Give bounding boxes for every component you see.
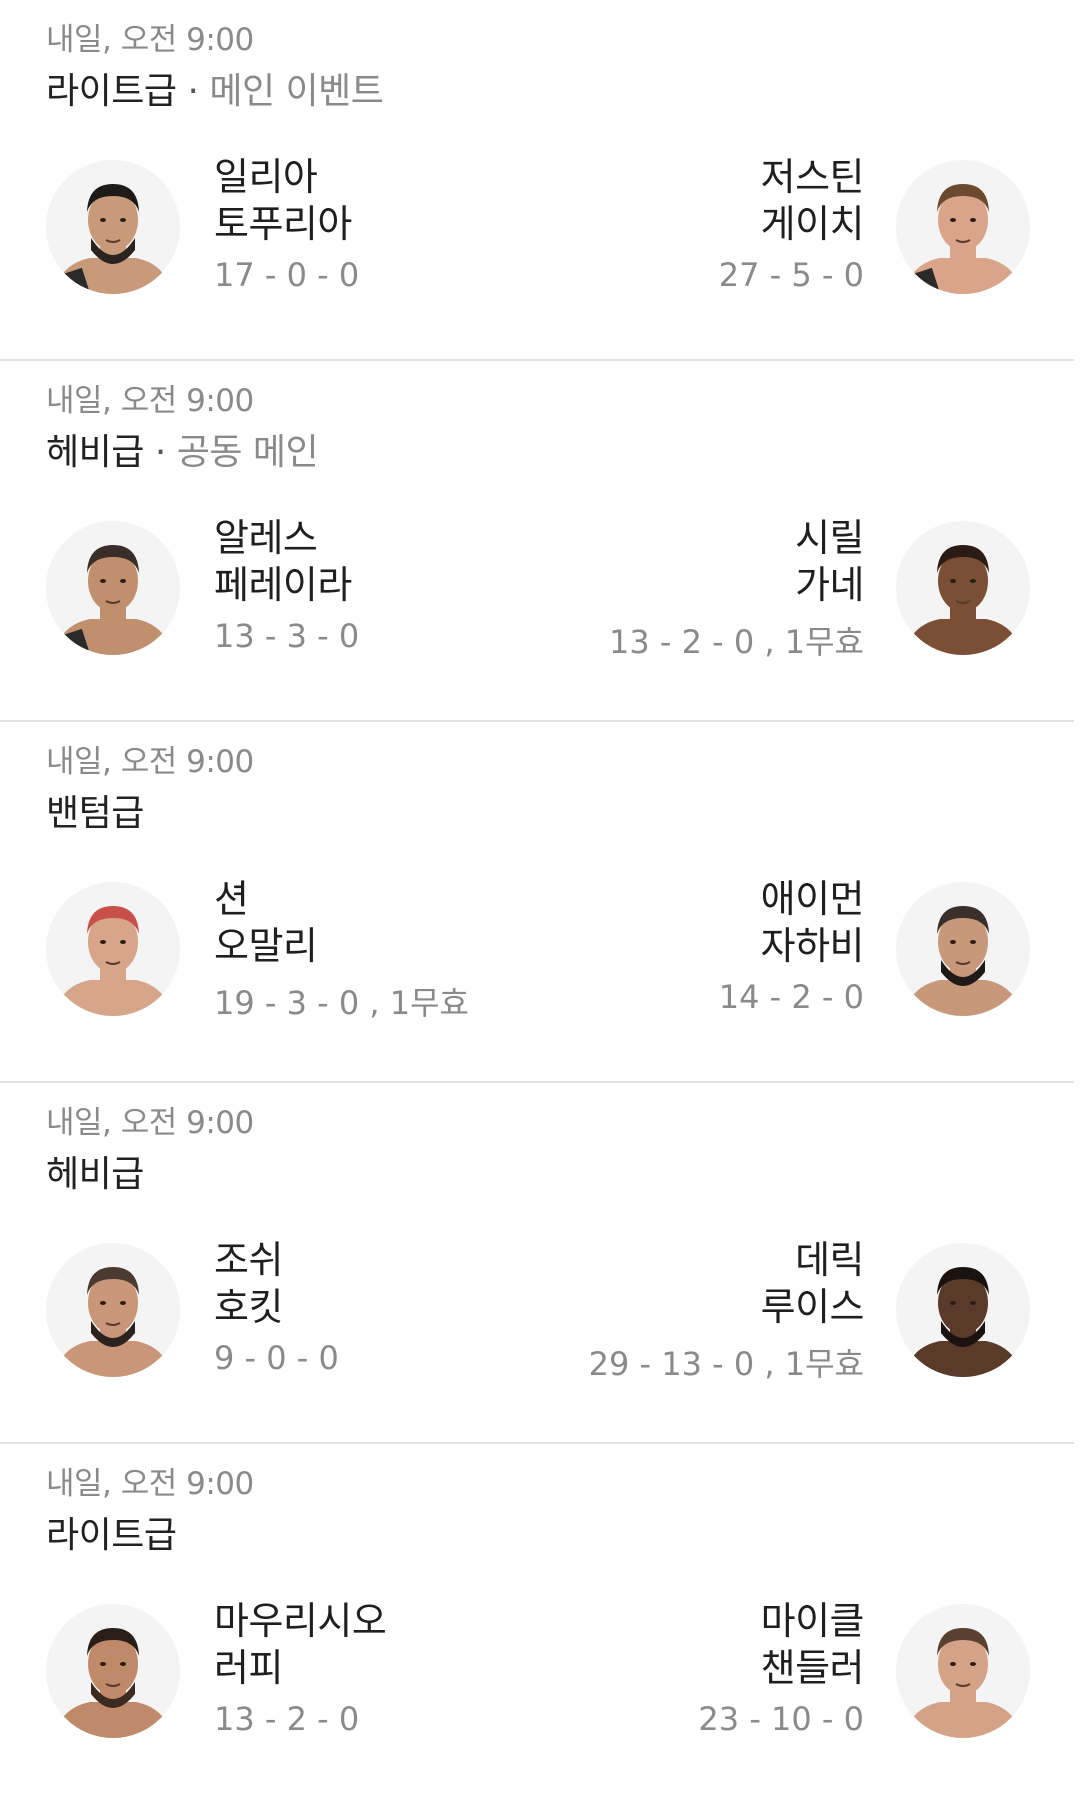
fight-card[interactable]: 내일, 오전 9:00 밴텀급 션 오말리 19 - 3 - 0 , 1무효 애… — [0, 722, 1074, 1083]
fighter-right-record: 23 - 10 - 0 — [698, 1700, 864, 1738]
fighter-right-record: 29 - 13 - 0 , 1무효 — [588, 1345, 864, 1383]
fighter-right-first-name: 데릭 — [795, 1238, 864, 1282]
fight-title: 헤비급 — [46, 1145, 144, 1197]
fighter-right-first-name: 마이클 — [760, 1599, 865, 1643]
fight-card[interactable]: 내일, 오전 9:00 라이트급 · 메인 이벤트 일리아 토푸리아 17 - … — [0, 0, 1074, 361]
fight-title: 헤비급 · 공동 메인 — [46, 423, 319, 475]
fighter-right-last-name: 게이치 — [760, 202, 865, 246]
fighter-right-record: 14 - 2 - 0 — [718, 978, 864, 1016]
fighter-right[interactable]: 데릭 루이스 29 - 13 - 0 , 1무효 — [444, 1237, 865, 1385]
weight-class: 헤비급 — [46, 432, 144, 473]
fighter-right-first-name: 애이먼 — [760, 877, 865, 921]
fight-title: 라이트급 · 메인 이벤트 — [46, 62, 384, 114]
fighter-right-last-name: 챈들러 — [760, 1646, 865, 1690]
weight-class: 밴텀급 — [46, 793, 144, 834]
fighter-right-record: 13 - 2 - 0 , 1무효 — [609, 623, 864, 661]
fight-card[interactable]: 내일, 오전 9:00 라이트급 마우리시오 러피 13 - 2 - 0 마이클… — [0, 1444, 1074, 1805]
fight-time: 내일, 오전 9:00 — [46, 22, 254, 58]
weight-class: 라이트급 — [46, 1515, 177, 1556]
fighter-right-avatar[interactable] — [896, 160, 1030, 294]
weight-class: 라이트급 — [46, 71, 177, 112]
fight-card[interactable]: 내일, 오전 9:00 헤비급 조쉬 호킷 9 - 0 - 0 데릭 루이스 2… — [0, 1083, 1074, 1444]
fighter-left-avatar[interactable] — [46, 1604, 180, 1738]
fighter-right-last-name: 자하비 — [760, 924, 865, 968]
fighter-left-avatar[interactable] — [46, 160, 180, 294]
fighter-right-avatar[interactable] — [896, 1243, 1030, 1377]
fighter-right-first-name: 시릴 — [795, 516, 864, 560]
fighter-right-last-name: 루이스 — [760, 1285, 865, 1329]
fight-list: 내일, 오전 9:00 라이트급 · 메인 이벤트 일리아 토푸리아 17 - … — [0, 0, 1080, 1805]
weight-class: 헤비급 — [46, 1154, 144, 1195]
fight-time: 내일, 오전 9:00 — [46, 1105, 254, 1141]
fighter-right[interactable]: 애이먼 자하비 14 - 2 - 0 — [444, 876, 865, 1016]
fighter-right[interactable]: 저스틴 게이치 27 - 5 - 0 — [444, 154, 865, 294]
fighter-right-avatar[interactable] — [896, 882, 1030, 1016]
fight-title: 밴텀급 — [46, 784, 144, 836]
fighter-right[interactable]: 시릴 가네 13 - 2 - 0 , 1무효 — [444, 515, 864, 663]
fight-title: 라이트급 — [46, 1506, 177, 1558]
fighter-right-last-name: 가네 — [795, 563, 864, 607]
fight-time: 내일, 오전 9:00 — [46, 744, 254, 780]
title-separator: · — [154, 432, 177, 473]
fighter-left-avatar[interactable] — [46, 882, 180, 1016]
fighter-right-avatar[interactable] — [896, 1604, 1030, 1738]
fighter-right[interactable]: 마이클 챈들러 23 - 10 - 0 — [444, 1598, 864, 1738]
fighter-left-avatar[interactable] — [46, 1243, 180, 1377]
bout-tag: 공동 메인 — [176, 432, 319, 473]
fight-time: 내일, 오전 9:00 — [46, 383, 254, 419]
fight-time: 내일, 오전 9:00 — [46, 1466, 254, 1502]
title-separator: · — [187, 71, 210, 112]
fight-card[interactable]: 내일, 오전 9:00 헤비급 · 공동 메인 알레스 페레이라 13 - 3 … — [0, 361, 1074, 722]
fighter-right-avatar[interactable] — [896, 521, 1030, 655]
fighter-right-record: 27 - 5 - 0 — [718, 256, 864, 294]
fighter-right-first-name: 저스틴 — [760, 155, 865, 199]
bout-tag: 메인 이벤트 — [209, 71, 384, 112]
fighter-left-avatar[interactable] — [46, 521, 180, 655]
